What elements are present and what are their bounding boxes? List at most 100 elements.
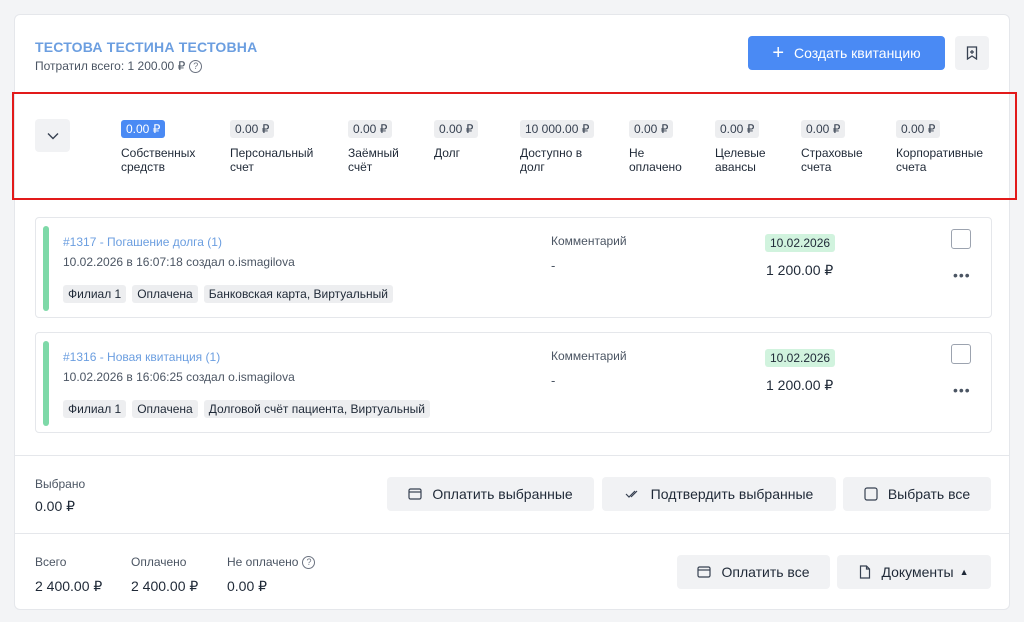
expand-balances-button[interactable]: [35, 119, 70, 152]
paid-block: Оплачено 2 400.00 ₽: [131, 555, 198, 595]
bookmark-button[interactable]: [955, 36, 989, 70]
balance-debt: 0.00 ₽ Долг: [434, 120, 534, 160]
receipt-sum: 1 200.00 ₽: [766, 262, 834, 278]
balance-corporate-accounts: 0.00 ₽ Корпоративные счета: [896, 120, 996, 174]
patient-name[interactable]: ТЕСТОВА ТЕСТИНА ТЕСТОВНА: [35, 39, 257, 55]
confirm-selected-label: Подтвердить выбранные: [650, 486, 814, 502]
create-receipt-button[interactable]: + Создать квитанцию: [748, 36, 945, 70]
receipt-checkbox[interactable]: [951, 344, 971, 364]
balance-insurance-accounts: 0.00 ₽ Страховые счета: [801, 120, 876, 174]
receipt-checkbox[interactable]: [951, 229, 971, 249]
status-bar: [43, 226, 49, 311]
balances-panel: 0.00 ₽ Собственных средств 0.00 ₽ Персон…: [12, 92, 1017, 200]
confirm-selected-button[interactable]: Подтвердить выбранные: [602, 477, 836, 511]
balance-label: Не оплачено: [629, 146, 682, 174]
balance-label: Собственных средств: [121, 146, 196, 174]
paid-value: 2 400.00 ₽: [131, 578, 199, 594]
balance-label: Страховые счета: [801, 146, 863, 174]
more-icon[interactable]: •••: [953, 383, 971, 397]
plus-icon: +: [772, 42, 785, 64]
pay-selected-button[interactable]: Оплатить выбранные: [387, 477, 594, 511]
balance-available-debt: 10 000.00 ₽ Доступно в долг: [520, 120, 600, 174]
comment-label: Комментарий: [551, 349, 627, 363]
unpaid-label-row: Не оплачено ?: [227, 555, 316, 569]
receipt-card[interactable]: #1317 - Погашение долга (1) 10.02.2026 в…: [35, 217, 992, 318]
double-check-icon: [625, 490, 638, 498]
pay-all-button[interactable]: Оплатить все: [677, 555, 830, 589]
pay-selected-label: Оплатить выбранные: [432, 486, 573, 502]
spent-total-label: Потратил всего: 1 200.00 ₽: [35, 59, 186, 73]
receipt-card[interactable]: #1316 - Новая квитанция (1) 10.02.2026 в…: [35, 332, 992, 433]
receipt-sum: 1 200.00 ₽: [766, 377, 834, 393]
balance-amount: 0.00 ₽: [434, 120, 479, 138]
receipt-title-link[interactable]: #1316 - Новая квитанция (1): [63, 350, 220, 364]
receipt-date-badge: 10.02.2026: [765, 234, 836, 252]
balance-label: Целевые авансы: [715, 146, 766, 174]
spent-total: Потратил всего: 1 200.00 ₽ ?: [35, 59, 203, 73]
selected-label: Выбрано: [35, 477, 86, 491]
help-icon[interactable]: ?: [189, 59, 203, 73]
documents-label: Документы: [881, 564, 954, 580]
total-value: 2 400.00 ₽: [35, 578, 103, 594]
select-all-button[interactable]: Выбрать все: [843, 477, 991, 511]
balance-amount: 0.00 ₽: [121, 120, 166, 138]
documents-button[interactable]: Документы ▲: [837, 555, 991, 589]
balance-loan-account: 0.00 ₽ Заёмный счёт: [348, 120, 413, 174]
tag-payment-method: Банковская карта, Виртуальный: [203, 285, 393, 303]
patient-finance-card: ТЕСТОВА ТЕСТИНА ТЕСТОВНА Потратил всего:…: [12, 14, 1017, 610]
balance-label: Персональный счет: [230, 146, 314, 174]
comment-value: -: [551, 373, 556, 388]
balance-amount: 0.00 ₽: [348, 120, 393, 138]
balance-personal-account: 0.00 ₽ Персональный счет: [230, 120, 330, 174]
card-icon: [408, 488, 422, 500]
balance-amount: 0.00 ₽: [629, 120, 674, 138]
balance-target-advances: 0.00 ₽ Целевые авансы: [715, 120, 780, 174]
bookmark-icon: [966, 46, 978, 60]
help-icon[interactable]: ?: [302, 555, 316, 569]
receipt-date-badge: 10.02.2026: [765, 349, 836, 367]
tag-status: Оплачена: [132, 400, 198, 418]
document-icon: [860, 565, 871, 579]
balance-unpaid: 0.00 ₽ Не оплачено: [629, 120, 694, 174]
balance-amount: 0.00 ₽: [801, 120, 846, 138]
receipt-meta: 10.02.2026 в 16:06:25 создал o.ismagilov…: [63, 370, 295, 384]
tag-payment-method: Долговой счёт пациента, Виртуальный: [203, 400, 430, 418]
receipt-title-link[interactable]: #1317 - Погашение долга (1): [63, 235, 222, 249]
balance-label: Долг: [434, 146, 461, 160]
card-icon: [697, 566, 712, 578]
unpaid-label: Не оплачено: [227, 555, 299, 569]
create-receipt-label: Создать квитанцию: [794, 45, 921, 61]
balance-amount: 0.00 ₽: [715, 120, 760, 138]
header: ТЕСТОВА ТЕСТИНА ТЕСТОВНА Потратил всего:…: [35, 36, 989, 79]
comment-value: -: [551, 258, 556, 273]
receipt-tags: Филиал 1 Оплачена Банковская карта, Вирт…: [63, 285, 393, 303]
tag-branch: Филиал 1: [63, 400, 127, 418]
status-bar: [43, 341, 49, 426]
more-icon[interactable]: •••: [953, 268, 971, 282]
balance-label: Доступно в долг: [520, 146, 583, 174]
balance-label: Корпоративные счета: [896, 146, 984, 174]
divider: [15, 455, 1009, 456]
checkbox-icon: [864, 487, 878, 501]
receipt-meta: 10.02.2026 в 16:07:18 создал o.ismagilov…: [63, 255, 295, 269]
balance-label: Заёмный счёт: [348, 146, 399, 174]
selected-value: 0.00 ₽: [35, 498, 76, 514]
divider: [15, 533, 1009, 534]
caret-up-icon: ▲: [959, 567, 969, 577]
balance-amount: 0.00 ₽: [230, 120, 275, 138]
chevron-down-icon: [47, 132, 58, 139]
balance-own-funds: 0.00 ₽ Собственных средств: [121, 120, 221, 174]
total-block: Всего 2 400.00 ₽: [35, 555, 102, 595]
receipt-tags: Филиал 1 Оплачена Долговой счёт пациента…: [63, 400, 430, 418]
balance-amount: 0.00 ₽: [896, 120, 941, 138]
tag-status: Оплачена: [132, 285, 198, 303]
tag-branch: Филиал 1: [63, 285, 127, 303]
balance-amount: 10 000.00 ₽: [520, 120, 595, 138]
unpaid-block: Не оплачено ? 0.00 ₽: [227, 555, 316, 595]
select-all-label: Выбрать все: [887, 486, 971, 502]
unpaid-value: 0.00 ₽: [227, 578, 268, 594]
comment-label: Комментарий: [551, 234, 627, 248]
total-label: Всего: [35, 555, 67, 569]
pay-all-label: Оплатить все: [721, 564, 810, 580]
paid-label: Оплачено: [131, 555, 187, 569]
